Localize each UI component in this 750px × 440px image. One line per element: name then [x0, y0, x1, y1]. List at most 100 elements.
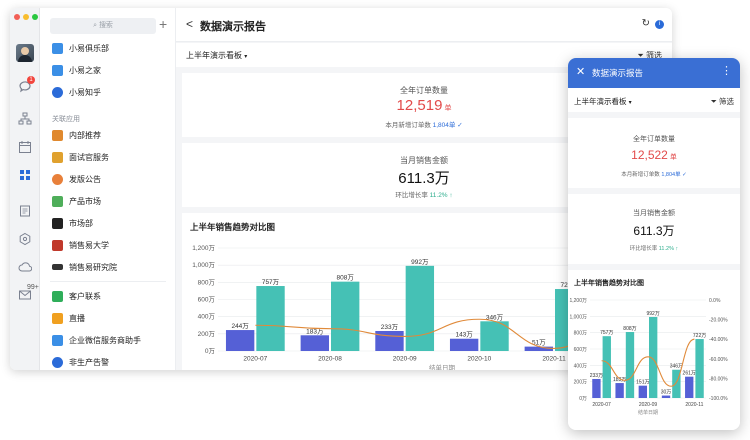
sidebar-item-customer[interactable]: 客户联系 [52, 288, 101, 304]
add-icon[interactable]: + [159, 16, 167, 32]
sidebar-item-university[interactable]: 销售易大学 [52, 237, 109, 253]
bar-data-label: 261万 [683, 371, 696, 377]
sidebar-item-release[interactable]: 发版公告 [52, 171, 101, 187]
sidebar-item-zhihu[interactable]: 小易知乎 [52, 84, 101, 100]
y-tick-label: 800万 [198, 278, 216, 286]
x-tick-label: 2020-11 [542, 356, 566, 363]
bar-series-1 [638, 385, 647, 398]
sidebar-item-market[interactable]: 产品市场 [52, 193, 101, 209]
more-icon[interactable]: ⋮ [721, 64, 732, 77]
calendar-icon[interactable] [18, 140, 32, 154]
chevron-down-icon: ▾ [628, 100, 632, 106]
sidebar-item-label: 发版公告 [69, 174, 101, 184]
bar-series-2 [695, 339, 704, 398]
bar-series-2 [256, 286, 285, 351]
org-icon[interactable] [18, 112, 32, 126]
sidebar-item-club[interactable]: 小易俱乐部 [52, 40, 109, 56]
kpi-sub-value: 11.2% [658, 246, 674, 252]
doc-icon[interactable] [18, 204, 32, 218]
phone-board-selector[interactable]: 上半年演示看板 ▾ [574, 96, 632, 107]
kpi-number: 12,522 [631, 148, 668, 162]
sidebar-item-live[interactable]: 直播 [52, 310, 85, 326]
bar-data-label: 808万 [623, 326, 636, 332]
maximize-dot-icon[interactable] [32, 14, 38, 20]
bar-data-label: 233万 [590, 373, 603, 379]
refresh-icon[interactable]: ↻ [642, 18, 650, 29]
bar-data-label: 233万 [381, 323, 399, 331]
sidebar-item-label: 面试官服务 [69, 152, 109, 162]
bar-series-2 [331, 281, 360, 351]
sidebar-item-institute[interactable]: 销售易研究院 [52, 259, 117, 275]
board-label: 上半年演示看板 [574, 97, 627, 106]
settings-icon[interactable] [18, 232, 32, 246]
board-label: 上半年演示看板 [186, 51, 242, 60]
bar-data-label: 30万 [661, 390, 672, 396]
arrow-up-icon: ↑ [675, 246, 679, 252]
info-icon[interactable]: i [655, 20, 664, 29]
bar-series-2 [602, 336, 611, 398]
y2-tick-label: 0.0% [709, 298, 721, 304]
check-icon: ✓ [457, 122, 463, 129]
close-dot-icon[interactable] [14, 14, 20, 20]
arrow-up-icon: ↑ [449, 192, 453, 199]
board-selector[interactable]: 上半年演示看板 ▾ [186, 50, 247, 61]
search-input[interactable]: ⌕ 搜索 [50, 18, 156, 34]
sidebar-item-provider[interactable]: 企业微信服务商助手 [52, 332, 141, 348]
kpi-label: 当月销售金额 [633, 210, 675, 217]
y-tick-label: 600万 [574, 347, 587, 353]
bar-data-label: 757万 [600, 330, 613, 336]
avatar[interactable] [16, 44, 34, 62]
zhihu-icon [52, 86, 63, 98]
close-icon[interactable]: ✕ [576, 65, 585, 78]
kpi-sub-label: 环比增长率 [395, 192, 428, 199]
kpi-label: 全年订单数量 [633, 136, 675, 143]
page-title: 数据演示报告 [200, 21, 266, 33]
main-header: < 数据演示报告 ↻ i [176, 8, 672, 42]
filter-icon: ⏷ [710, 97, 717, 106]
x-tick-label: 2020-09 [393, 356, 417, 363]
kpi-sub-label: 本月新增订单数 [385, 122, 431, 129]
kpi-value: 611.3万 [633, 224, 675, 238]
y-tick-label: 1,200万 [569, 298, 587, 304]
search-placeholder: 搜索 [98, 22, 113, 29]
apps-icon[interactable] [18, 168, 32, 182]
release-icon [52, 173, 63, 185]
bar-data-label: 992万 [647, 311, 660, 317]
interviewer-icon [52, 151, 63, 163]
y2-tick-label: -40.00% [709, 337, 728, 343]
sidebar-item-label: 客户联系 [69, 291, 101, 301]
sidebar-item-referral[interactable]: 内部推荐 [52, 127, 101, 143]
filter-label: 筛选 [719, 97, 734, 106]
y-tick-label: 800万 [574, 331, 587, 337]
kpi-sub-value: 11.2% [429, 192, 448, 199]
university-icon [52, 239, 63, 251]
x-tick-label: 2020-11 [685, 402, 703, 408]
y-tick-label: 600万 [198, 296, 216, 304]
kpi-sub-value: 1,804单 [661, 172, 681, 178]
minimize-dot-icon[interactable] [23, 14, 29, 20]
phone-kpi-card-sales: 当月销售金额 611.3万 环比增长率 11.2% ↑ [568, 194, 740, 264]
sidebar-item-label: 产品市场 [69, 196, 101, 206]
phone-board-bar: 上半年演示看板 ▾ ⏷ 筛选 [568, 88, 740, 112]
x-tick-label: 2020-07 [243, 356, 267, 363]
sidebar-item-interviewer[interactable]: 面试官服务 [52, 149, 109, 165]
bar-series-1 [685, 376, 694, 398]
cloud-icon[interactable] [18, 260, 33, 274]
check-icon: ✓ [682, 172, 687, 178]
bar-series-2 [625, 332, 635, 398]
phone-filter-button[interactable]: ⏷ 筛选 [711, 96, 734, 107]
sidebar-item-label: 小易俱乐部 [69, 43, 109, 53]
sidebar-item-home[interactable]: 小易之家 [52, 62, 101, 78]
sidebar: ⌕ 搜索 + 小易俱乐部 小易之家 小易知乎 关联应用 内部推荐 面试官服务 发… [40, 8, 176, 370]
chevron-down-icon: ▾ [244, 54, 248, 60]
kpi-unit: 单 [669, 154, 677, 161]
kpi-sub: 环比增长率 11.2% ↑ [568, 244, 740, 252]
phone-preview: ✕ 数据演示报告 ⋮ 上半年演示看板 ▾ ⏷ 筛选 全年订单数量 12,522 单… [568, 58, 740, 430]
y-tick-label: 0万 [205, 347, 216, 355]
back-icon[interactable]: < [186, 17, 193, 31]
sidebar-item-alert[interactable]: 非生产告警 [52, 354, 109, 370]
y-tick-label: 1,200万 [192, 244, 215, 252]
y2-tick-label: -60.00% [709, 357, 728, 363]
screenshot-stage: 1 99+ ⌕ 搜索 + 小易俱乐部 小易之家 小易知乎 关联应用 内部推荐 面… [0, 0, 750, 440]
sidebar-item-marketing[interactable]: 市场部 [52, 215, 93, 231]
